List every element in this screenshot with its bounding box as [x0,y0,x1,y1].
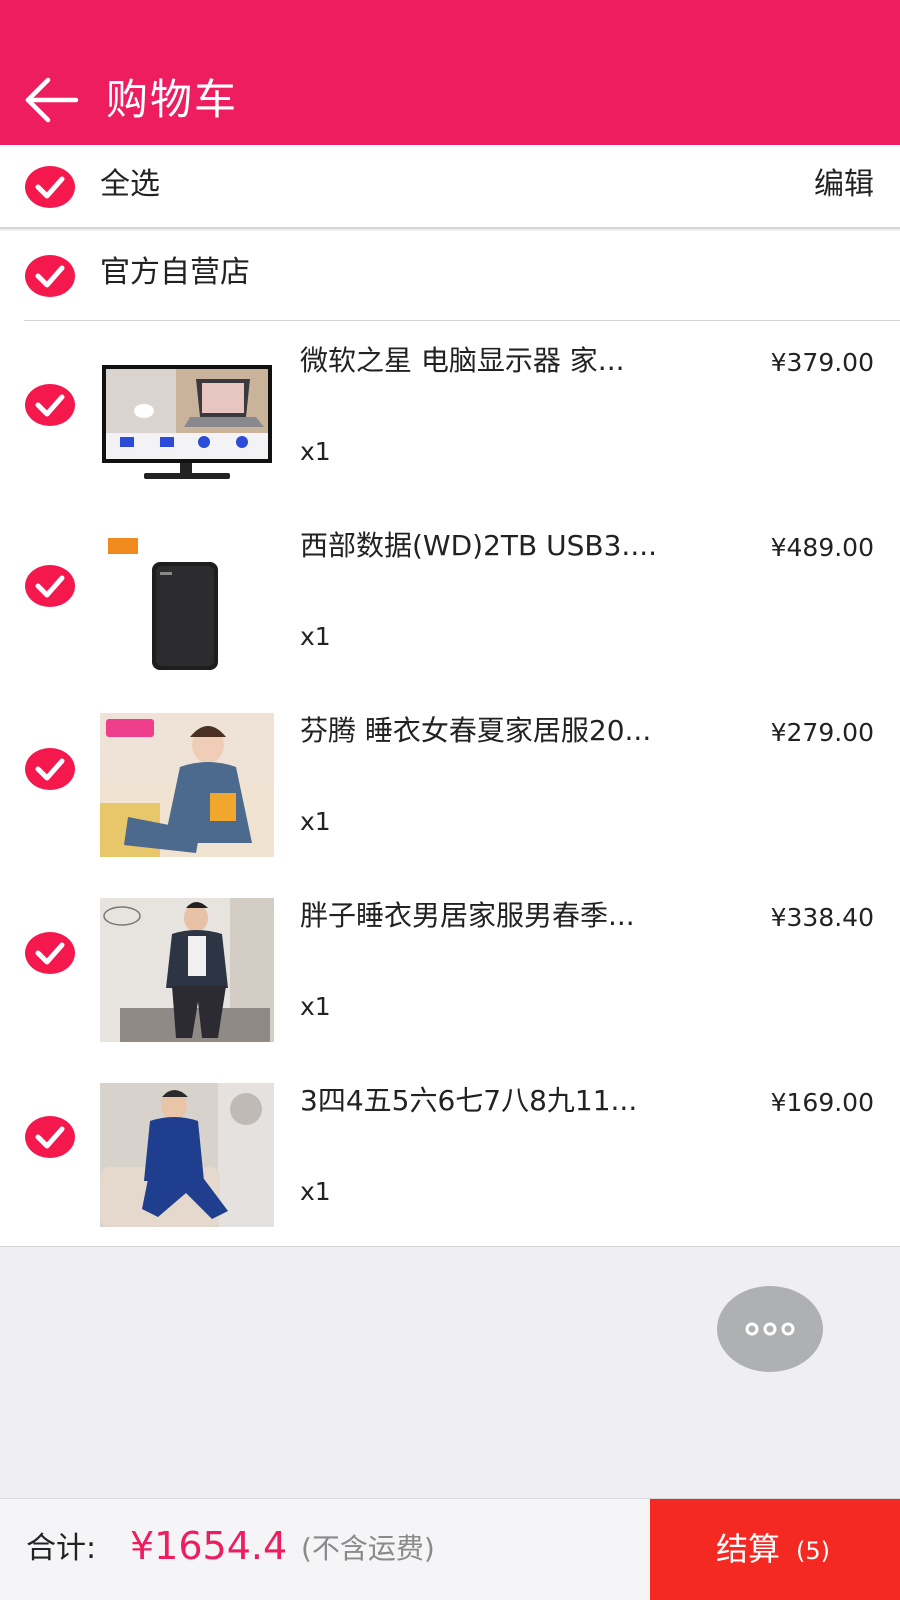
checkmark-circle-icon [25,565,75,607]
product-price: ¥489.00 [770,533,874,562]
shipping-note: (不含运费) [301,1532,435,1565]
item-checkbox[interactable] [24,564,76,608]
store-checkbox[interactable] [24,254,76,298]
checkmark-circle-icon [25,384,75,426]
cart-item[interactable]: 芬腾 睡衣女春夏家居服20... ¥279.00 x1 [0,691,900,876]
page-title: 购物车 [106,75,239,124]
app-header: 购物车 [0,0,900,145]
total-label: 合计: [26,1531,97,1566]
product-quantity: x1 [300,437,331,466]
cart-item[interactable]: 微软之星 电脑显示器 家... ¥379.00 x1 [0,321,900,506]
checkout-label: 结算 [716,1530,781,1568]
product-name[interactable]: 3四4五5六6七7八8九11... [300,1081,730,1121]
product-quantity: x1 [300,1177,331,1206]
product-quantity: x1 [300,622,331,651]
product-name[interactable]: 微软之星 电脑显示器 家... [300,341,730,381]
product-name[interactable]: 胖子睡衣男居家服男春季... [300,896,730,936]
checkout-button[interactable]: 结算 (5) [650,1499,900,1600]
checkmark-circle-icon [25,1116,75,1158]
cart-item[interactable]: 胖子睡衣男居家服男春季... ¥338.40 x1 [0,876,900,1061]
store-header: 官方自营店 [0,231,900,321]
product-quantity: x1 [300,807,331,836]
cart-list: 官方自营店 微软之星 电脑显示器 家... ¥379.00 x1 西部数据(WD… [0,231,900,1247]
checkout-bar: 合计: ¥1654.4 (不含运费) 结算 (5) [0,1498,900,1600]
item-checkbox[interactable] [24,747,76,791]
product-price: ¥279.00 [770,718,874,747]
checkmark-circle-icon [25,748,75,790]
item-checkbox[interactable] [24,1115,76,1159]
arrow-left-icon [25,77,79,123]
cart-item[interactable]: 西部数据(WD)2TB USB3.... ¥489.00 x1 [0,506,900,691]
checkmark-circle-icon [25,932,75,974]
total-amount: ¥1654.4 [130,1524,288,1568]
more-options-button[interactable] [717,1286,823,1372]
item-checkbox[interactable] [24,383,76,427]
cart-item[interactable]: 3四4五5六6七7八8九11... ¥169.00 x1 [0,1061,900,1246]
product-price: ¥379.00 [770,348,874,377]
product-image-monitor[interactable] [100,343,274,487]
back-button[interactable] [22,72,82,128]
item-checkbox[interactable] [24,931,76,975]
edit-button[interactable]: 编辑 [814,165,874,205]
checkmark-circle-icon [25,255,75,297]
checkmark-circle-icon [25,166,75,208]
product-image-womens-pajamas[interactable] [100,713,274,857]
product-price: ¥169.00 [770,1088,874,1117]
more-dots-icon [745,1322,795,1336]
store-name: 官方自营店 [100,255,250,290]
checkout-count: (5) [796,1537,830,1565]
product-price: ¥338.40 [770,903,874,932]
product-quantity: x1 [300,992,331,1021]
select-all-bar: 全选 编辑 [0,145,900,229]
product-image-hard-drive[interactable] [100,528,274,672]
product-name[interactable]: 芬腾 睡衣女春夏家居服20... [300,711,730,751]
product-image-mens-pajamas[interactable] [100,898,274,1042]
select-all-checkbox[interactable] [24,165,76,209]
product-name[interactable]: 西部数据(WD)2TB USB3.... [300,526,730,566]
product-image-kids-pajamas[interactable] [100,1083,274,1227]
select-all-label: 全选 [100,167,160,202]
